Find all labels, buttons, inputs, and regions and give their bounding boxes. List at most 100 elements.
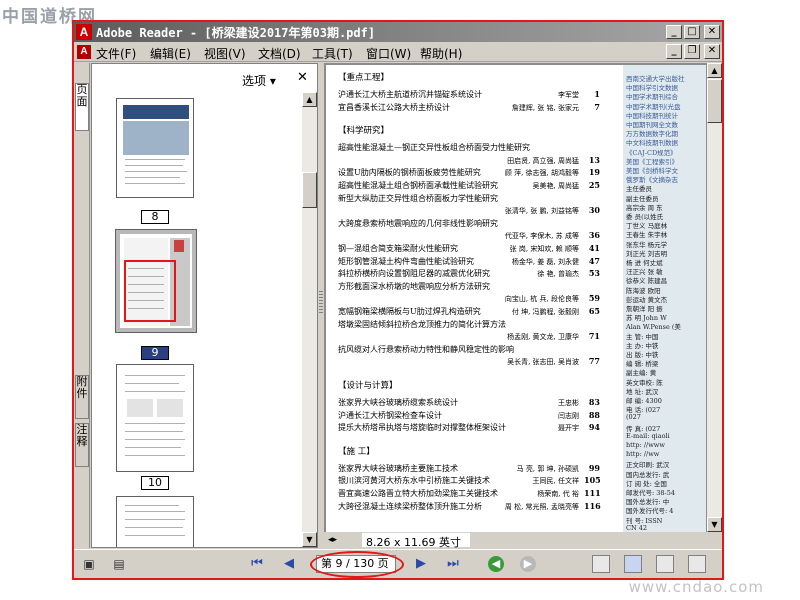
toc-entry-authors: 顾 萍, 徐志强, 胡鸿毅等 — [504, 169, 579, 178]
doc-scroll-down-icon[interactable]: ▼ — [707, 517, 722, 532]
page-label-9[interactable]: 9 — [141, 346, 169, 360]
toc-entry-page: 25 — [588, 180, 600, 190]
menu-tools[interactable]: 工具(T) — [312, 45, 353, 62]
scroll-up-arrow-icon[interactable]: ▲ — [302, 92, 317, 107]
toc-entry-page: 83 — [588, 397, 600, 407]
page-size-readout: 8.26 x 11.69 英寸 — [366, 536, 461, 549]
menu-edit[interactable]: 编辑(E) — [150, 45, 191, 62]
maximize-button[interactable]: □ — [684, 25, 700, 39]
page-thumbnail-9[interactable] — [115, 229, 197, 333]
toc-entry-title: 大跨度悬索桥地震响应的几何非线性影响研究 — [338, 218, 498, 228]
go-forward-icon[interactable]: ▶ — [520, 556, 536, 572]
toc-entry-authors: 詹建辉, 张 铭, 张家元 — [511, 103, 579, 112]
toc-entry-authors: 王同民, 任文祥 — [532, 477, 579, 486]
page-layout-icon[interactable]: ▤ — [110, 555, 128, 573]
navigation-tabs: 页面 附件 注释 — [74, 63, 90, 548]
minimize-button[interactable]: _ — [666, 25, 682, 39]
status-bar: ▣ ▤ ⏮ ◀ 第 9 / 130 页 ▶ ⏭ ◀ ▶ — [74, 549, 722, 578]
toc-entry-title: 超高性能混凝土—钢正交异性板组合桥面受力性能研究 — [338, 143, 530, 153]
toc-entry-title: 张家界大峡谷玻璃桥主要施工技术 — [338, 463, 458, 473]
continuous-facing-view-icon[interactable] — [688, 555, 706, 573]
page-thumbnail-10[interactable] — [116, 364, 194, 472]
doc-minimize-button[interactable]: _ — [666, 44, 682, 59]
tab-pages[interactable]: 页面 — [75, 83, 89, 131]
toc-entry-authors: 杨荣南, 代 裕 — [537, 490, 579, 498]
menu-help[interactable]: 帮助(H) — [420, 45, 462, 62]
toc-entry-page: 111 — [584, 488, 601, 498]
page-label-8[interactable]: 8 — [141, 210, 169, 224]
continuous-view-icon[interactable] — [624, 555, 642, 573]
last-page-icon[interactable]: ⏭ — [444, 555, 462, 573]
previous-page-icon[interactable]: ◀ — [280, 555, 298, 573]
toc-entry-page: 71 — [588, 331, 600, 342]
toc-entry-page: 116 — [584, 500, 601, 511]
masthead-column: 西南交通大学出版社 中国科学引文数据 中国学术期刊综合 中国学术期刊(光盘 中国科技期刊… — [623, 65, 706, 535]
single-page-view-icon[interactable] — [592, 555, 610, 573]
toc-entry-page: 53 — [588, 268, 600, 279]
page-thumbnail-8[interactable] — [116, 98, 194, 198]
tab-comments[interactable]: 注释 — [75, 423, 89, 467]
toc-section-heading: 【科学研究】 — [338, 126, 390, 137]
thumbnail-list: 8 9 10 — [92, 92, 302, 547]
scroll-thumb[interactable] — [302, 172, 317, 208]
toc-entry-title: 大跨径混凝土连续梁桥整体顶升施工分析 — [338, 501, 482, 511]
show-panel-icon[interactable]: ▣ — [80, 555, 98, 573]
toc-entry-page: 36 — [588, 230, 600, 241]
reader-window: A Adobe Reader - [桥梁建设2017年第03期.pdf] _ □… — [72, 20, 724, 580]
menu-window[interactable]: 窗口(W) — [366, 45, 411, 62]
toc-entry-page: 1 — [594, 89, 600, 99]
close-button[interactable]: ✕ — [704, 25, 720, 39]
splitter-grip-icon[interactable] — [319, 291, 323, 315]
masthead-line: E-mail: qiaoli — [626, 431, 670, 440]
menu-file[interactable]: 文件(F) — [96, 45, 136, 62]
horizontal-scroll-icon[interactable]: ◂▸ — [328, 535, 337, 545]
toc-section-heading: 【重点工程】 — [338, 73, 390, 83]
masthead-line: http: //www — [626, 441, 665, 449]
toc-entry-authors: 杨金华, 姜 磊, 刘永健 — [511, 257, 579, 266]
toc-entry-page: 94 — [588, 422, 600, 433]
next-page-icon[interactable]: ▶ — [412, 555, 430, 573]
doc-restore-button[interactable]: ❐ — [684, 44, 700, 59]
toc-entry-authors: 付 坤, 冯鹏程, 张毅刚 — [511, 308, 579, 316]
toc-entry-authors: 田启贤, 高立强, 周尚猛 — [507, 156, 579, 165]
toc-entry-title: 宜昌香溪长江公路大桥主桥设计 — [338, 102, 450, 112]
toc-entry-page: 19 — [588, 167, 600, 178]
document-view: 西南交通大学出版社 中国科学引文数据 中国学术期刊综合 中国学术期刊(光盘 中国科技期刊… — [324, 63, 722, 549]
toc-entry-page: 41 — [588, 243, 600, 253]
toc-entry-authors: 马 亮, 郭 坤, 孙硕凯 — [516, 464, 579, 473]
toc-entry-title: 设置U肋内隔板的钢桥面板疲劳性能研究 — [338, 168, 481, 178]
toc-entry-page: 7 — [594, 101, 600, 112]
page-label-10[interactable]: 10 — [141, 476, 169, 490]
tab-attachments[interactable]: 附件 — [75, 375, 89, 419]
toc-section-heading: 【设计与计算】 — [338, 381, 398, 391]
page-indicator-highlight — [310, 551, 404, 578]
toc-entry-title: 钢—混组合简支箱梁耐火性能研究 — [338, 244, 458, 253]
menu-document[interactable]: 文档(D) — [258, 45, 301, 62]
document-icon[interactable]: A — [77, 45, 91, 59]
page-thumbnail-11[interactable] — [116, 496, 194, 547]
adobe-reader-app-icon[interactable]: A — [76, 24, 92, 40]
doc-close-button[interactable]: ✕ — [704, 44, 720, 59]
masthead-line: (027 — [626, 413, 641, 422]
toc-entry-authors: 闫志刚 — [558, 411, 579, 420]
menu-view[interactable]: 视图(V) — [204, 45, 246, 62]
masthead-line: CN 42 — [626, 523, 647, 532]
toc-entry-title: 方形截面深水桥墩的地震响应分析方法研究 — [338, 281, 490, 291]
toc-entry-title: 宽幅钢箱梁横隔板与U肋过焊孔构造研究 — [338, 307, 481, 316]
doc-scroll-up-icon[interactable]: ▲ — [707, 63, 722, 78]
thumbnail-scrollbar[interactable]: ▲ ▼ — [302, 92, 317, 547]
first-page-icon[interactable]: ⏮ — [248, 555, 266, 573]
toc-entry-page: 99 — [588, 462, 600, 473]
doc-scroll-thumb[interactable] — [707, 79, 722, 123]
toc-entry-authors: 张清华, 张 鹏, 刘益铭等 — [504, 207, 579, 216]
facing-view-icon[interactable] — [656, 555, 674, 573]
title-bar[interactable]: A Adobe Reader - [桥梁建设2017年第03期.pdf] _ □… — [74, 22, 722, 42]
site-watermark: www.cndao.com — [628, 578, 764, 596]
panel-close-icon[interactable]: ✕ — [297, 70, 308, 85]
document-scrollbar[interactable]: ▲ ▼ — [707, 63, 722, 532]
scroll-down-arrow-icon[interactable]: ▼ — [302, 532, 317, 547]
go-back-icon[interactable]: ◀ — [488, 556, 504, 572]
options-button[interactable]: 选项 ▾ — [242, 72, 276, 89]
toc-entry-authors: 李军堂 — [558, 91, 579, 99]
toc-entry-authors: 张 岗, 宋知欢, 赖 顺等 — [509, 245, 579, 253]
